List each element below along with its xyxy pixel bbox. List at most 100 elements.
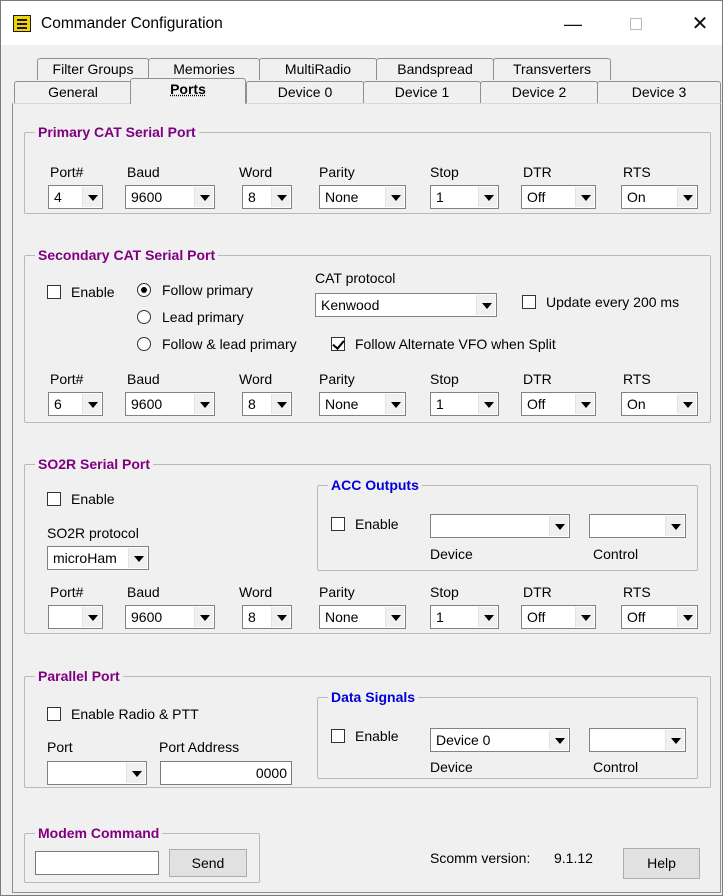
follow-lead-primary-radio[interactable] (137, 337, 151, 351)
primary-port-select[interactable]: 4 (48, 185, 103, 209)
chevron-down-icon (677, 187, 696, 207)
minimize-button[interactable]: — (558, 10, 588, 38)
data-signals-enable-label: Enable (355, 728, 399, 744)
secondary-baud-select[interactable]: 9600 (125, 392, 215, 416)
so2r-port-select[interactable] (48, 605, 103, 629)
port-label: Port# (50, 584, 84, 600)
tab-device-2[interactable]: Device 2 (480, 81, 598, 103)
primary-baud-select[interactable]: 9600 (125, 185, 215, 209)
data-signals-group: Data Signals Enable Device 0 Device Cont… (317, 688, 698, 779)
baud-label: Baud (127, 584, 160, 600)
baud-label: Baud (127, 371, 160, 387)
dtr-label: DTR (523, 584, 552, 600)
cat-protocol-select[interactable]: Kenwood (315, 293, 497, 317)
chevron-down-icon (476, 295, 495, 315)
primary-parity-select[interactable]: None (319, 185, 406, 209)
chevron-down-icon (665, 516, 684, 536)
port-label: Port# (50, 371, 84, 387)
so2r-baud-select[interactable]: 9600 (125, 605, 215, 629)
so2r-parity-select[interactable]: None (319, 605, 406, 629)
baud-label: Baud (127, 164, 160, 180)
modem-command-input[interactable] (35, 851, 159, 875)
secondary-dtr-select[interactable]: Off (521, 392, 596, 416)
follow-primary-radio[interactable] (137, 283, 151, 297)
chevron-down-icon (194, 607, 213, 627)
data-signals-device-select[interactable]: Device 0 (430, 728, 570, 752)
chevron-down-icon (549, 516, 568, 536)
data-signals-enable-checkbox[interactable] (331, 729, 345, 743)
parallel-port-group: Parallel Port Enable Radio & PTT Port Po… (24, 667, 711, 788)
word-label: Word (239, 164, 273, 180)
send-button[interactable]: Send (169, 849, 247, 877)
chevron-down-icon (271, 394, 290, 414)
stop-label: Stop (430, 584, 459, 600)
acc-control-select[interactable] (589, 514, 686, 538)
chevron-down-icon (385, 607, 404, 627)
commander-configuration-window: Commander Configuration — ✕ Filter Group… (0, 0, 723, 896)
dtr-label: DTR (523, 371, 552, 387)
update-every-200ms-label: Update every 200 ms (546, 294, 680, 310)
maximize-button[interactable] (621, 10, 651, 38)
enable-radio-ptt-checkbox[interactable] (47, 707, 61, 721)
secondary-rts-select[interactable]: On (621, 392, 698, 416)
primary-word-select[interactable]: 8 (242, 185, 292, 209)
acc-enable-checkbox[interactable] (331, 517, 345, 531)
window-title: Commander Configuration (41, 15, 223, 32)
maximize-icon (630, 18, 642, 30)
update-every-200ms-checkbox[interactable] (522, 295, 536, 309)
so2r-rts-select[interactable]: Off (621, 605, 698, 629)
so2r-enable-checkbox[interactable] (47, 492, 61, 506)
dtr-label: DTR (523, 164, 552, 180)
title-bar[interactable]: Commander Configuration — ✕ (1, 1, 722, 45)
secondary-enable-label: Enable (71, 284, 115, 300)
tab-ports[interactable]: Ports (130, 78, 246, 104)
chevron-down-icon (677, 394, 696, 414)
secondary-word-select[interactable]: 8 (242, 392, 292, 416)
tab-bandspread[interactable]: Bandspread (376, 58, 494, 80)
so2r-protocol-select[interactable]: microHam (47, 546, 149, 570)
so2r-enable-label: Enable (71, 491, 115, 507)
so2r-title: SO2R Serial Port (35, 455, 154, 473)
tab-device-3[interactable]: Device 3 (597, 81, 721, 103)
help-button[interactable]: Help (623, 848, 700, 879)
tab-filter-groups[interactable]: Filter Groups (37, 58, 149, 80)
follow-alt-vfo-checkbox[interactable] (331, 337, 345, 351)
tab-general[interactable]: General (14, 81, 132, 103)
port-address-input[interactable]: 0000 (160, 761, 292, 785)
chevron-down-icon (575, 187, 594, 207)
word-label: Word (239, 584, 273, 600)
acc-device-select[interactable] (430, 514, 570, 538)
app-icon (13, 15, 31, 32)
primary-dtr-select[interactable]: Off (521, 185, 596, 209)
so2r-word-select[interactable]: 8 (242, 605, 292, 629)
so2r-dtr-select[interactable]: Off (521, 605, 596, 629)
parallel-port-select[interactable] (47, 761, 147, 785)
close-button[interactable]: ✕ (685, 10, 715, 38)
tab-device-0[interactable]: Device 0 (246, 81, 364, 103)
tab-memories[interactable]: Memories (148, 58, 260, 80)
secondary-cat-group: Secondary CAT Serial Port Enable Follow … (24, 246, 711, 423)
rts-label: RTS (623, 164, 651, 180)
chevron-down-icon (194, 187, 213, 207)
so2r-stop-select[interactable]: 1 (430, 605, 499, 629)
chevron-down-icon (194, 394, 213, 414)
secondary-port-select[interactable]: 6 (48, 392, 103, 416)
tab-multiradio[interactable]: MultiRadio (259, 58, 377, 80)
chevron-down-icon (665, 730, 684, 750)
primary-cat-title: Primary CAT Serial Port (35, 123, 199, 141)
tab-device-1[interactable]: Device 1 (363, 81, 481, 103)
data-signals-control-select[interactable] (589, 728, 686, 752)
tab-transverters[interactable]: Transverters (493, 58, 611, 80)
chevron-down-icon (271, 187, 290, 207)
acc-outputs-title: ACC Outputs (328, 476, 422, 494)
secondary-stop-select[interactable]: 1 (430, 392, 499, 416)
primary-stop-select[interactable]: 1 (430, 185, 499, 209)
secondary-enable-checkbox[interactable] (47, 285, 61, 299)
chevron-down-icon (126, 763, 145, 783)
stop-label: Stop (430, 371, 459, 387)
secondary-parity-select[interactable]: None (319, 392, 406, 416)
chevron-down-icon (575, 394, 594, 414)
port-address-label: Port Address (159, 739, 240, 755)
lead-primary-radio[interactable] (137, 310, 151, 324)
primary-rts-select[interactable]: On (621, 185, 698, 209)
